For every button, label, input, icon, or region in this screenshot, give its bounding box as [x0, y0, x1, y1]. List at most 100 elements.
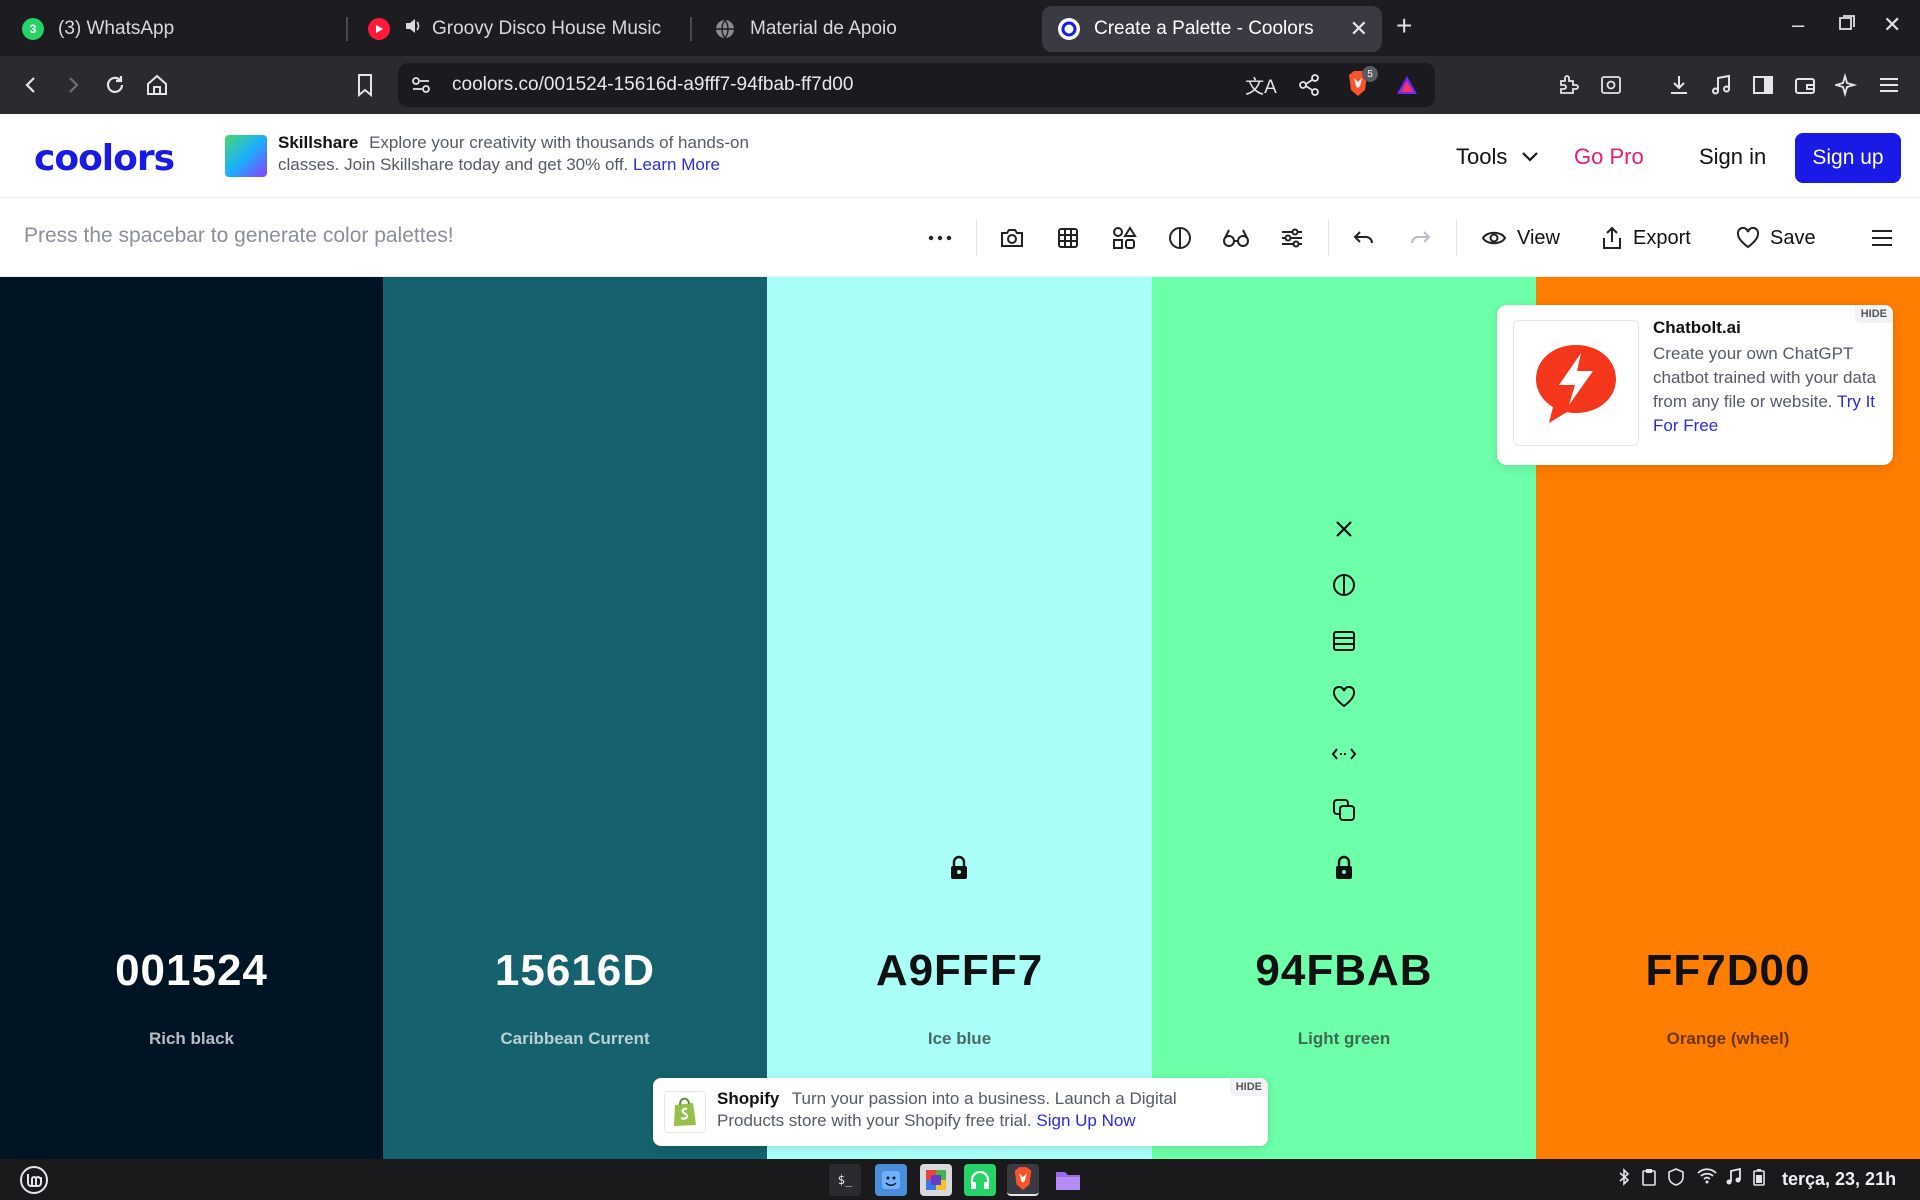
- site-settings-icon[interactable]: [404, 68, 438, 102]
- learn-more-link[interactable]: Learn More: [633, 155, 720, 174]
- adjust-sliders-icon[interactable]: [1278, 224, 1306, 252]
- tab-whatsapp[interactable]: 3 (3) WhatsApp: [6, 6, 336, 52]
- bluetooth-icon[interactable]: [1618, 1168, 1630, 1191]
- leo-ai-icon[interactable]: [1830, 68, 1864, 102]
- downloads-icon[interactable]: [1662, 68, 1696, 102]
- hex-code[interactable]: 15616D: [383, 946, 767, 996]
- wallet-icon[interactable]: [1788, 68, 1822, 102]
- hex-code[interactable]: A9FFF7: [767, 946, 1152, 996]
- generator-toolbar: Press the spacebar to generate color pal…: [0, 198, 1920, 277]
- sidebar-toggle-icon[interactable]: [1746, 68, 1780, 102]
- brave-rewards-icon[interactable]: [1390, 68, 1424, 102]
- color-column-4[interactable]: 94FBAB Light green: [1152, 277, 1536, 1159]
- lock-icon[interactable]: [1329, 853, 1359, 883]
- hide-ad-button[interactable]: HIDE: [1854, 305, 1893, 323]
- chevron-down-icon[interactable]: [1520, 146, 1540, 171]
- browser-tab-strip: 3 (3) WhatsApp Groovy Disco House Music …: [0, 0, 1920, 56]
- hex-code[interactable]: 94FBAB: [1152, 946, 1536, 996]
- coolors-favicon-icon: [1058, 18, 1080, 40]
- shield-icon[interactable]: [1668, 1168, 1684, 1191]
- screenshot-icon[interactable]: [1594, 68, 1628, 102]
- back-icon[interactable]: [14, 68, 48, 102]
- color-column-3[interactable]: A9FFF7 Ice blue: [767, 277, 1152, 1159]
- hamburger-menu-icon[interactable]: [1868, 224, 1896, 252]
- image-viewer-icon[interactable]: [920, 1164, 952, 1196]
- home-icon[interactable]: [140, 68, 174, 102]
- grid-icon[interactable]: [1054, 224, 1082, 252]
- browser-menu-icon[interactable]: [1872, 68, 1906, 102]
- maximize-window-button[interactable]: [1838, 12, 1856, 38]
- terminal-icon[interactable]: $_: [829, 1164, 861, 1196]
- wifi-icon[interactable]: [1697, 1168, 1717, 1189]
- chatbolt-logo[interactable]: [1513, 320, 1639, 446]
- chatbolt-title: Chatbolt.ai: [1653, 318, 1741, 337]
- export-button[interactable]: Export: [1601, 222, 1691, 254]
- undo-icon[interactable]: [1350, 224, 1378, 252]
- translate-icon[interactable]: 文A: [1244, 68, 1278, 102]
- contrast-shades-icon[interactable]: [1329, 570, 1359, 600]
- shapes-icon[interactable]: [1110, 224, 1138, 252]
- close-window-button[interactable]: ✕: [1883, 12, 1901, 38]
- music-note-icon[interactable]: [1725, 1167, 1741, 1191]
- chatbolt-ad[interactable]: Chatbolt.ai Create your own ChatGPT chat…: [1497, 305, 1893, 465]
- coolors-logo[interactable]: coolors: [34, 138, 175, 179]
- color-name[interactable]: Light green: [1152, 1029, 1536, 1049]
- bookmark-icon[interactable]: [348, 68, 382, 102]
- view-button[interactable]: View: [1481, 222, 1560, 254]
- lock-icon[interactable]: [944, 853, 974, 883]
- tools-menu[interactable]: Tools: [1456, 144, 1507, 170]
- minimize-window-button[interactable]: –: [1792, 12, 1804, 38]
- hex-code[interactable]: 001524: [0, 946, 383, 996]
- view-shades-icon[interactable]: [1329, 626, 1359, 656]
- skillshare-ad-thumbnail[interactable]: [225, 135, 267, 177]
- go-pro-link[interactable]: Go Pro: [1574, 144, 1644, 170]
- close-tab-icon[interactable]: ✕: [1350, 16, 1368, 42]
- save-label: Save: [1770, 226, 1816, 249]
- contrast-icon[interactable]: [1166, 224, 1194, 252]
- hex-code[interactable]: FF7D00: [1536, 946, 1920, 996]
- sign-up-button[interactable]: Sign up: [1795, 133, 1901, 183]
- redo-icon[interactable]: [1406, 224, 1434, 252]
- linux-mint-menu-icon[interactable]: [18, 1164, 50, 1196]
- color-name[interactable]: Ice blue: [767, 1029, 1152, 1049]
- tab-youtube[interactable]: Groovy Disco House Music Mix: [352, 6, 682, 52]
- color-name[interactable]: Orange (wheel): [1536, 1029, 1920, 1049]
- save-button[interactable]: Save: [1736, 222, 1816, 254]
- color-name[interactable]: Caribbean Current: [383, 1029, 767, 1049]
- color-column-1[interactable]: 001524 Rich black: [0, 277, 383, 1159]
- reload-icon[interactable]: [98, 68, 132, 102]
- shopify-ad[interactable]: Shopify Turn your passion into a busines…: [653, 1078, 1268, 1146]
- copy-hex-icon[interactable]: [1329, 795, 1359, 825]
- color-name[interactable]: Rich black: [0, 1029, 383, 1049]
- tab-coolors[interactable]: Create a Palette - Coolors ✕: [1042, 6, 1382, 52]
- drag-move-icon[interactable]: [1329, 739, 1359, 769]
- clipboard-icon[interactable]: [1642, 1168, 1656, 1191]
- favorite-heart-icon[interactable]: [1329, 682, 1359, 712]
- os-taskbar: $_ terça, 23, 21h: [0, 1159, 1920, 1200]
- color-column-2[interactable]: 15616D Caribbean Current: [383, 277, 767, 1159]
- sign-in-link[interactable]: Sign in: [1699, 144, 1766, 170]
- color-blindness-glasses-icon[interactable]: [1222, 224, 1250, 252]
- sign-up-now-link[interactable]: Sign Up Now: [1036, 1111, 1135, 1130]
- hide-ad-button[interactable]: HIDE: [1229, 1078, 1268, 1096]
- files-folder-icon[interactable]: [1052, 1164, 1084, 1196]
- shopify-bag-icon[interactable]: [664, 1091, 706, 1133]
- forward-icon[interactable]: [56, 68, 90, 102]
- extensions-icon[interactable]: [1552, 68, 1586, 102]
- battery-icon[interactable]: [1753, 1168, 1765, 1191]
- more-options-icon[interactable]: [926, 224, 954, 252]
- brave-browser-icon[interactable]: [1007, 1164, 1039, 1196]
- headphones-app-icon[interactable]: [964, 1164, 996, 1196]
- share-icon[interactable]: [1292, 68, 1326, 102]
- export-label: Export: [1633, 226, 1691, 249]
- brave-shields-icon[interactable]: 5: [1346, 66, 1378, 98]
- finder-app-icon[interactable]: [875, 1164, 907, 1196]
- media-controls-icon[interactable]: [1704, 68, 1738, 102]
- camera-icon[interactable]: [998, 224, 1026, 252]
- clock[interactable]: terça, 23, 21h: [1782, 1169, 1896, 1190]
- tab-separator: [690, 17, 692, 41]
- new-tab-button[interactable]: +: [1396, 10, 1412, 42]
- skillshare-ad[interactable]: Skillshare Explore your creativity with …: [278, 132, 808, 176]
- remove-color-icon[interactable]: [1329, 514, 1359, 544]
- tab-material-de-apoio[interactable]: Material de Apoio: [698, 6, 1028, 52]
